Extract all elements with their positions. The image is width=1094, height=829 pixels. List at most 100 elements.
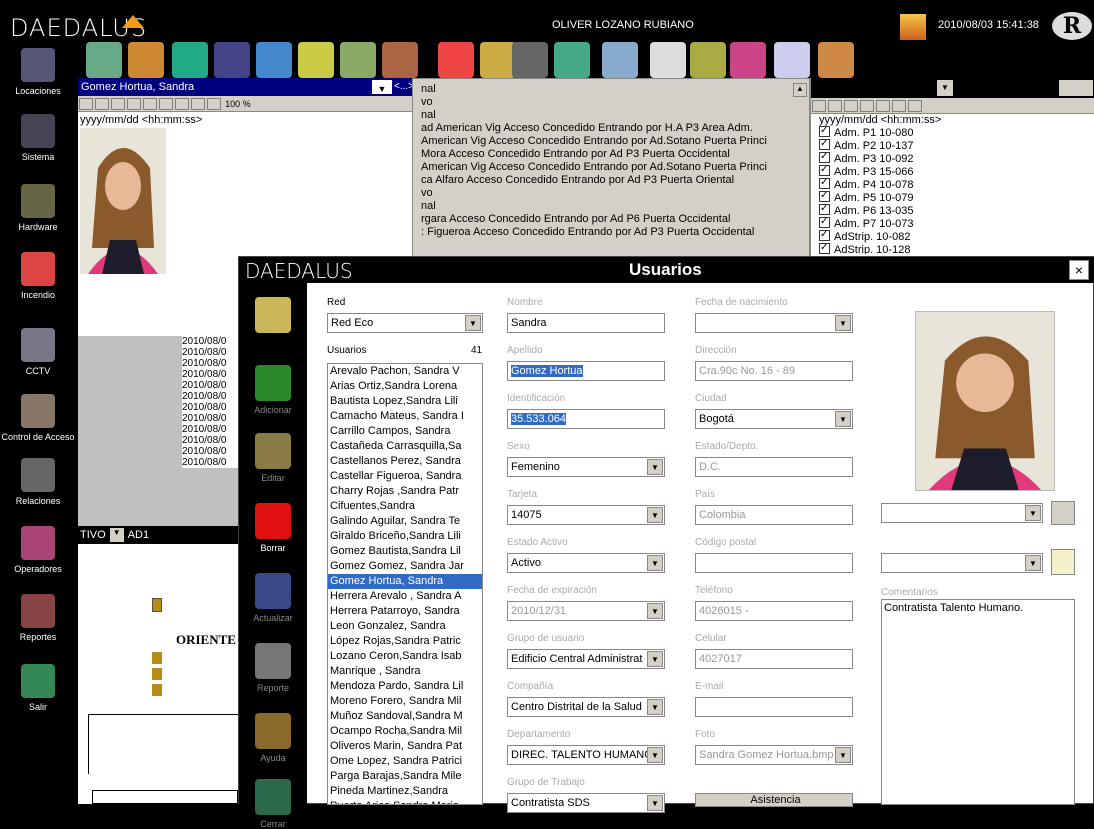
user-list-item[interactable]: Giraldo Briceño,Sandra Lili <box>328 529 482 544</box>
user-list-item[interactable]: Gomez Bautista,Sandra Lil <box>328 544 482 559</box>
title-dropdown[interactable]: ▼ <box>371 80 392 94</box>
user-list-item[interactable]: Arevalo Pachon, Sandra V <box>328 364 482 379</box>
door-item[interactable]: Adm. P5 10-079 <box>819 191 1094 204</box>
sexo-select[interactable]: Femenino ▼ <box>507 457 665 477</box>
door-item[interactable]: Adm. P3 10-092 <box>819 152 1094 165</box>
door-item[interactable]: Adm. P1 10-080 <box>819 126 1094 139</box>
pais-field[interactable]: Colombia <box>695 505 853 525</box>
user-list-item[interactable]: Gomez Gomez, Sandra Jar <box>328 559 482 574</box>
fingerprint-button[interactable] <box>1051 549 1075 575</box>
report-icon[interactable] <box>774 42 810 78</box>
zoom-in-icon[interactable] <box>191 98 205 110</box>
editar-button[interactable]: Editar <box>239 433 307 483</box>
user-list-item[interactable]: Puerto Arias,Sandra Maria <box>328 799 482 804</box>
nav-hardware[interactable]: Hardware <box>0 184 76 232</box>
fire-icon[interactable] <box>438 42 474 78</box>
cable-icon[interactable] <box>214 42 250 78</box>
globe-icon[interactable] <box>554 42 590 78</box>
user-list-item[interactable]: Bautista Lopez,Sandra Lili <box>328 394 482 409</box>
stop-icon[interactable] <box>860 100 874 112</box>
camera-icon[interactable] <box>602 42 638 78</box>
nav-relaciones[interactable]: Relaciones <box>0 458 76 506</box>
user-list-item[interactable]: Pineda Martinez,Sandra <box>328 784 482 799</box>
actualizar-button[interactable]: Actualizar <box>239 573 307 623</box>
grid-icon[interactable] <box>86 42 122 78</box>
comments-field[interactable]: Contratista Talento Humano. <box>881 599 1075 805</box>
prev-icon[interactable] <box>95 98 109 110</box>
camera-button[interactable] <box>1051 501 1075 525</box>
next-icon[interactable] <box>159 98 173 110</box>
apellido-field[interactable]: Gomez Hortua <box>507 361 665 381</box>
card-button[interactable] <box>239 297 307 337</box>
nav-sistema[interactable]: Sistema <box>0 114 76 162</box>
depto-select[interactable]: DIREC. TALENTO HUMANO ▼ <box>507 745 665 765</box>
user-list-item[interactable]: Castañeda Carrasquilla,Sa <box>328 439 482 454</box>
walker-icon[interactable] <box>650 42 686 78</box>
print-icon[interactable] <box>908 100 922 112</box>
print-icon[interactable] <box>175 98 189 110</box>
first-icon[interactable] <box>79 98 93 110</box>
user-list-item[interactable]: Oliveros Marin, Sandra Pat <box>328 739 482 754</box>
adicionar-button[interactable]: Adicionar <box>239 365 307 415</box>
fexp-select[interactable]: 2010/12/31 ▼ <box>507 601 665 621</box>
pause-icon[interactable] <box>844 100 858 112</box>
card-icon[interactable] <box>512 42 548 78</box>
pause-icon[interactable] <box>111 98 125 110</box>
nav-control-de-acceso[interactable]: Control de Acceso <box>0 394 76 442</box>
user-list-item[interactable]: Castellar Figueroa, Sandra <box>328 469 482 484</box>
compania-select[interactable]: Centro Distrital de la Salud ▼ <box>507 697 665 717</box>
nombre-field[interactable]: Sandra <box>507 313 665 333</box>
user-list-item[interactable]: López Rojas,Sandra Patric <box>328 634 482 649</box>
user-list-item[interactable]: Carrillo Campos, Sandra <box>328 424 482 439</box>
user-list-item[interactable]: Muñoz Sandoval,Sandra M <box>328 709 482 724</box>
play-icon[interactable] <box>876 100 890 112</box>
grupo-select[interactable]: Edificio Central Administrat ▼ <box>507 649 665 669</box>
nav-salir[interactable]: Salir <box>0 664 76 712</box>
first-icon[interactable] <box>812 100 826 112</box>
checkbox-icon[interactable] <box>819 191 830 202</box>
checkbox-icon[interactable] <box>819 165 830 176</box>
tarjeta-select[interactable]: 14075 ▼ <box>507 505 665 525</box>
nav-locaciones[interactable]: Locaciones <box>0 48 76 96</box>
user-list-item[interactable]: Ocampo Rocha,Sandra Mil <box>328 724 482 739</box>
checkbox-icon[interactable] <box>819 178 830 189</box>
door-item[interactable]: Adm. P4 10-078 <box>819 178 1094 191</box>
asistencia-button[interactable]: Asistencia <box>695 793 853 807</box>
ayuda-button[interactable]: Ayuda <box>239 713 307 763</box>
user-list-item[interactable]: Arias Ortiz,Sandra Lorena <box>328 379 482 394</box>
person-icon[interactable] <box>480 42 516 78</box>
user-list-item[interactable]: Castellanos Perez, Sandra <box>328 454 482 469</box>
estdep-field[interactable]: D.C. <box>695 457 853 477</box>
play-icon[interactable] <box>143 98 157 110</box>
nav-operadores[interactable]: Operadores <box>0 526 76 574</box>
refresh-icon[interactable] <box>818 42 854 78</box>
checkbox-icon[interactable] <box>819 243 830 254</box>
gear-icon[interactable] <box>128 42 164 78</box>
checkbox-icon[interactable] <box>819 126 830 137</box>
zoom-out-icon[interactable] <box>207 98 221 110</box>
user-list-item[interactable]: Ome Lopez, Sandra Patrici <box>328 754 482 769</box>
nav-cctv[interactable]: CCTV <box>0 328 76 376</box>
user-list-item[interactable]: Herrera Patarroyo, Sandra <box>328 604 482 619</box>
dir-field[interactable]: Cra.90c No. 16 - 89 <box>695 361 853 381</box>
signature-select[interactable]: ▼ <box>881 553 1043 573</box>
reporte-button[interactable]: Reporte <box>239 643 307 693</box>
door-item[interactable]: AdStrip. 10-128 <box>819 243 1094 254</box>
tel-field[interactable]: 4026015 - <box>695 601 853 621</box>
user-list-item[interactable]: Gomez Hortua, Sandra <box>328 574 482 589</box>
next-icon[interactable] <box>892 100 906 112</box>
display-icon[interactable] <box>256 42 292 78</box>
user-list-item[interactable]: Moreno Forero, Sandra Mil <box>328 694 482 709</box>
checkbox-icon[interactable] <box>819 152 830 163</box>
bulb-icon[interactable] <box>298 42 334 78</box>
estado-select[interactable]: Activo ▼ <box>507 553 665 573</box>
selector-2[interactable]: AD1 <box>128 529 149 541</box>
nav-incendio[interactable]: Incendio <box>0 252 76 300</box>
door-icon[interactable] <box>382 42 418 78</box>
scroll-up-icon[interactable]: ▲ <box>793 83 807 97</box>
cerrar-button[interactable]: Cerrar <box>239 779 307 829</box>
selector-1[interactable]: TIVO <box>80 529 106 541</box>
map-icon[interactable] <box>340 42 376 78</box>
checkbox-icon[interactable] <box>819 217 830 228</box>
user-list-item[interactable]: Galindo Aguilar, Sandra Te <box>328 514 482 529</box>
